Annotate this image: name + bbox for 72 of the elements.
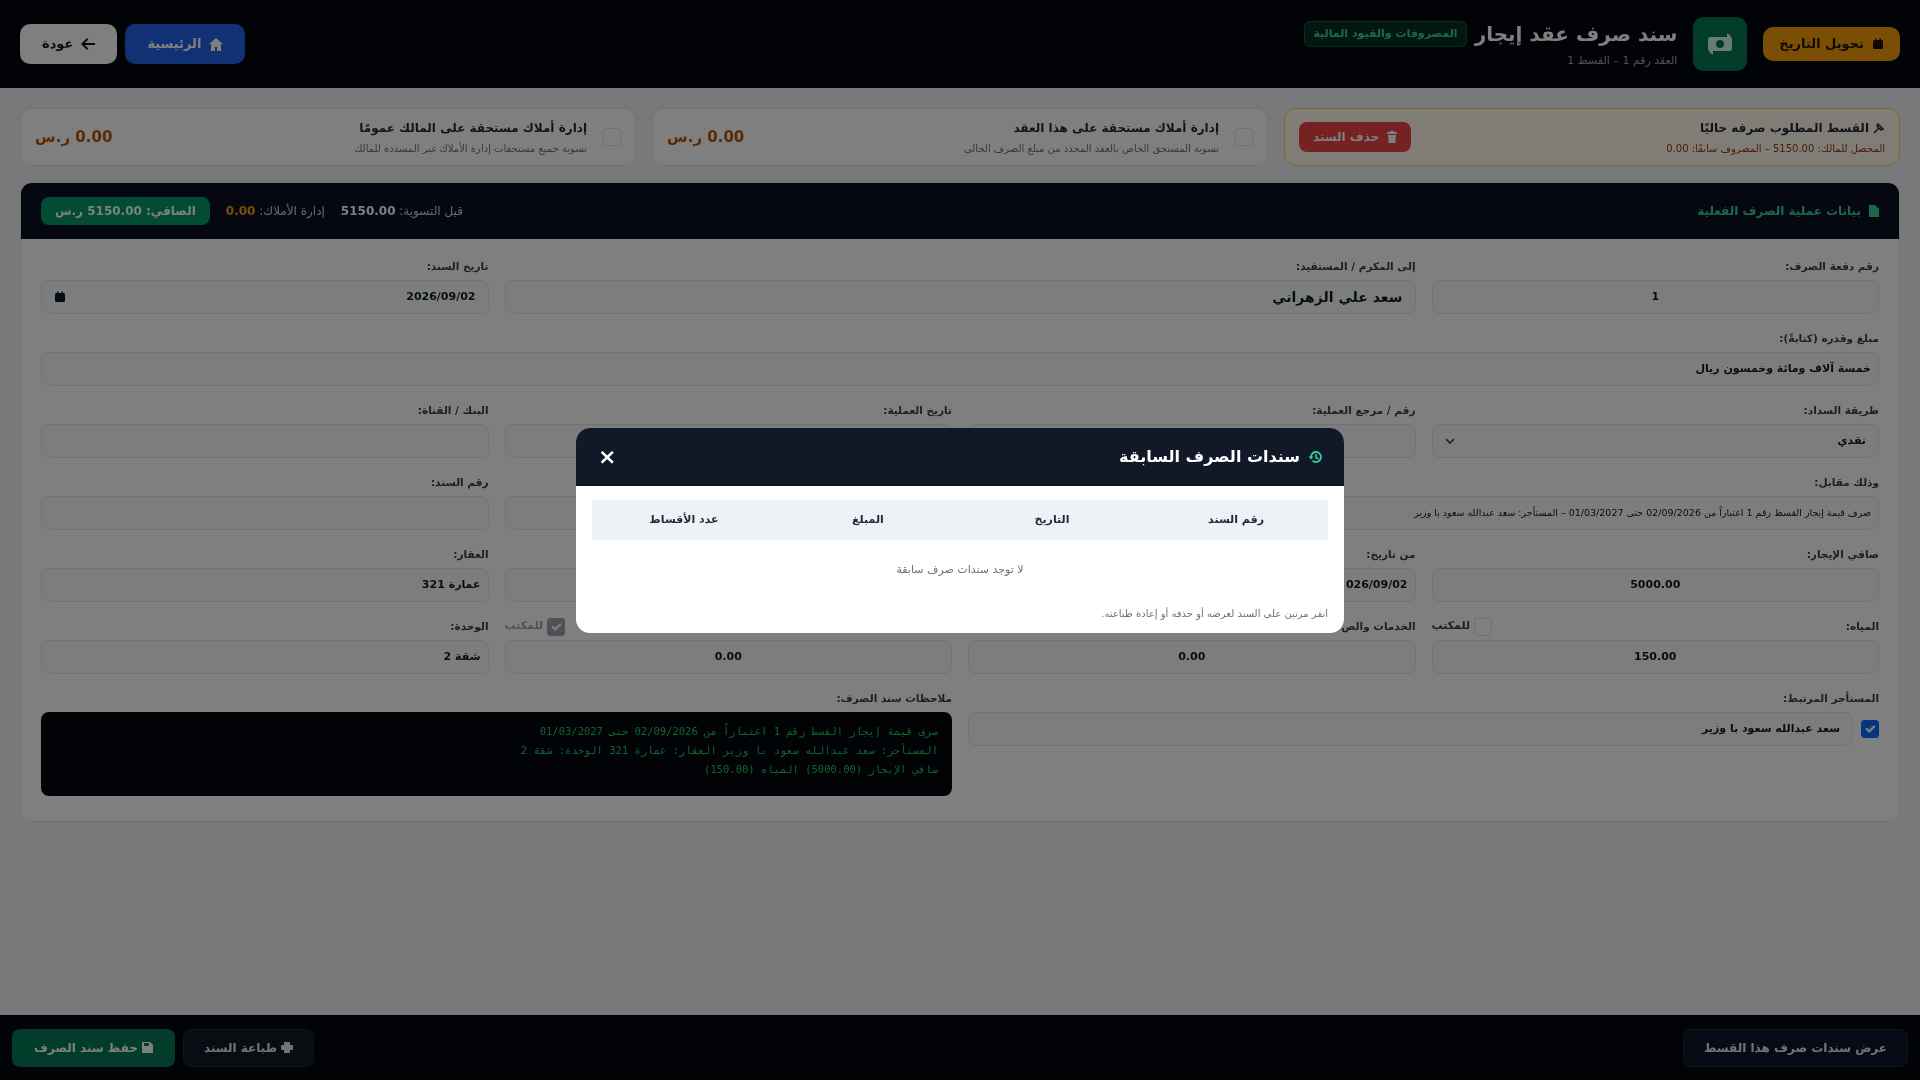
card-subtitle: تسوية جميع مستحقات إدارة الأملاك غير المسددة للمالك xyxy=(354,141,588,156)
input-field[interactable]: خمسة آلاف ومائة وخمسون ريال xyxy=(41,352,1879,386)
input-field[interactable]: 150.00 xyxy=(1431,640,1879,674)
calendar-icon xyxy=(54,291,66,303)
field-label: الوحدة: xyxy=(450,618,489,635)
input-field[interactable]: شقة 2 xyxy=(41,640,489,674)
home-button[interactable]: الرئيسية xyxy=(125,24,246,64)
close-button[interactable]: × xyxy=(596,446,619,468)
date-field[interactable]: 2026/09/02 xyxy=(41,280,489,314)
field-label: تاريخ العملية: xyxy=(883,402,952,419)
field-label: العقار: xyxy=(453,546,489,563)
hint-text: انقر مرتين على السند لعرضه أو حذفه أو إعادة طباعته. xyxy=(1100,606,1328,621)
field-label: إلى المكرم / المستفيد: xyxy=(1295,258,1416,275)
card-title: القسط المطلوب صرفه حاليًا xyxy=(1700,119,1869,137)
field-label: رقم / مرجع العملية: xyxy=(1312,402,1416,419)
section-badge: المصروفات والقيود المالية xyxy=(1304,20,1467,47)
file-icon xyxy=(1869,205,1879,217)
card-title: بيانات عملية الصرف الفعلية xyxy=(1697,203,1861,220)
net-badge: الصافي: 5150.00 ر.س xyxy=(41,197,210,225)
save-icon xyxy=(141,1042,153,1053)
page-title: سند صرف عقد إيجار xyxy=(1474,20,1678,48)
select-field[interactable]: نقدي xyxy=(1431,424,1879,458)
save-button[interactable]: حفظ سند الصرف xyxy=(12,1028,175,1067)
field-label: البنك / القناة: xyxy=(417,402,489,418)
empty-message: لا توجد سندات صرف سابقة xyxy=(896,561,1024,578)
calendar-icon xyxy=(1872,38,1884,50)
field-label: صافي الإيجار: xyxy=(1806,546,1879,563)
input-field[interactable]: 0.00 xyxy=(504,640,952,674)
field-label: ملاحظات سند الصرف: xyxy=(835,691,952,706)
field-label: رقم دفعة الصرف: xyxy=(1785,258,1879,275)
back-button[interactable]: عودة xyxy=(20,24,118,64)
field-label: طريقة السداد: xyxy=(1803,402,1879,419)
convert-date-button[interactable]: تحويل التاريخ xyxy=(1763,27,1900,61)
card-title: إدارة أملاك مستحقة على هذا العقد xyxy=(1012,119,1219,137)
field-label: الخدمات والص xyxy=(1341,618,1416,635)
input-field[interactable]: 0.00 xyxy=(968,640,1416,674)
input-field[interactable]: سعد علي الزهراني xyxy=(504,280,1416,314)
input-field[interactable]: سعد عبدالله سعود با وزير xyxy=(968,712,1853,746)
input-field[interactable]: 1 xyxy=(1431,280,1879,314)
input-field[interactable]: عمارة 321 xyxy=(41,568,489,602)
field-label: وذلك مقابل: xyxy=(1814,474,1879,491)
view-vouchers-button[interactable]: عرض سندات صرف هذا القسط xyxy=(1683,1028,1908,1067)
checkbox-label: للمكتب xyxy=(1431,618,1471,635)
field-label: المياه: xyxy=(1845,618,1879,634)
notes-field[interactable]: صرف قيمة إيجار القسط رقم 1 اعتباراً من 02/09/2026 حتى 01/03/2027 المستأجر: سعد عبدالله سعود با وزير العقار: عمارة 321 الوحدة: شقة 2 صافي الإيجار (5000.00) المياه (150.00) xyxy=(41,712,952,796)
column-header: التاريخ xyxy=(1033,511,1071,528)
column-header: المبلغ xyxy=(851,511,885,528)
amount: 0.00 ر.س xyxy=(35,126,113,148)
chevron-icon xyxy=(1444,437,1455,445)
card-subtitle: المحصل للمالك: 5150.00 – المصروف سابقًا: 0.00 xyxy=(1666,141,1885,156)
column-header: عدد الأقساط xyxy=(648,511,720,528)
print-button[interactable]: طباعة السند xyxy=(182,1028,314,1067)
history-icon xyxy=(1308,449,1324,465)
printer-icon xyxy=(281,1042,293,1053)
input-field[interactable]: 5000.00 xyxy=(1431,568,1879,602)
card-subtitle: تسوية المستحق الخاص بالعقد المحدد من مبلغ الصرف الحالي xyxy=(963,141,1219,156)
field-label: تاريخ السند: xyxy=(426,258,489,275)
field-label: من تاريخ: xyxy=(1366,546,1416,563)
page-subtitle: العقد رقم 1 – القسط 1 xyxy=(1566,52,1678,69)
arrow-icon xyxy=(81,38,96,50)
trash-icon xyxy=(1387,131,1398,143)
pin-icon xyxy=(1873,121,1885,134)
column-header: رقم السند xyxy=(1207,511,1265,528)
home-icon xyxy=(209,37,224,51)
checkbox[interactable] xyxy=(1861,720,1879,738)
field-label: مبلغ وقدره (كتابةً): xyxy=(1779,330,1879,347)
field-label: المستأجر المرتبط: xyxy=(1781,691,1879,706)
amount: 0.00 ر.س xyxy=(667,126,745,148)
card-title: إدارة أملاك مستحقة على المالك عمومًا xyxy=(358,119,588,137)
dialog-title: سندات الصرف السابقة xyxy=(1119,446,1300,468)
delete-button[interactable]: حذف السند xyxy=(1299,122,1412,152)
field-label: رقم السند: xyxy=(430,474,489,491)
